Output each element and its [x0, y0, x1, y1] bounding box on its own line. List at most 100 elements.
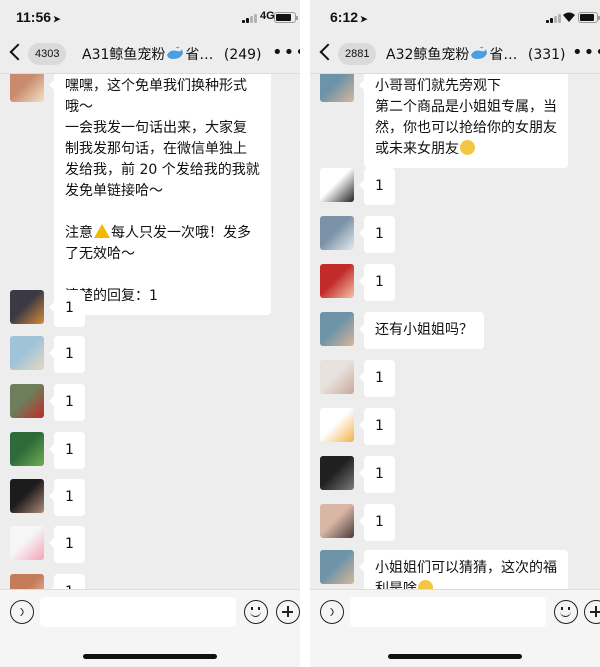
message-text: 哦～: [65, 99, 93, 115]
voice-input-icon[interactable]: [10, 600, 34, 624]
message-text: 1: [375, 178, 384, 194]
message-text: 1: [375, 226, 384, 242]
message-row: 1: [10, 526, 85, 563]
back-icon[interactable]: [9, 43, 27, 61]
avatar[interactable]: [320, 456, 354, 490]
emoji-icon[interactable]: [554, 600, 578, 624]
message-text: 注意 每人只发一次哦！发多: [65, 224, 251, 241]
avatar[interactable]: [10, 336, 44, 370]
divider: [300, 0, 310, 667]
message-text: 清楚的回复：1: [65, 288, 158, 304]
message-row: 1: [320, 264, 395, 301]
message-row: 1: [10, 290, 85, 327]
avatar[interactable]: [320, 504, 354, 538]
message-bubble[interactable]: 小哥哥们就先旁观下 第二个商品是小姐姐专属，当 然，你也可以抢给你的女朋友 或未来女朋…: [359, 74, 568, 168]
message-list[interactable]: 嘿嘿，这个免单我们换种形式 哦～ 一会我发一句话出来，大家复 制我发那句话，在微信单独…: [0, 74, 300, 589]
message-bubble[interactable]: 1: [359, 168, 395, 205]
message-list[interactable]: 小哥哥们就先旁观下 第二个商品是小姐姐专属，当 然，你也可以抢给你的女朋友 或未来女朋…: [310, 74, 600, 589]
message-row: 1: [320, 456, 395, 493]
message-text: 嘿嘿，这个免单我们换种形式: [65, 78, 247, 94]
message-bubble[interactable]: 1: [49, 384, 85, 421]
message-bubble[interactable]: 1: [49, 336, 85, 373]
more-icon[interactable]: •••: [272, 44, 300, 62]
screenshot-pair: 11:56➤ 4G 4303 A31鲸鱼宠粉省… (249) ••• 嘿嘿，这个…: [0, 0, 600, 667]
avatar[interactable]: [10, 526, 44, 560]
message-text: 或未来女朋友: [375, 139, 557, 160]
unread-count-badge[interactable]: 2881: [338, 43, 377, 65]
message-bubble[interactable]: 1: [49, 526, 85, 563]
whale-icon: [471, 47, 488, 59]
cellular-signal-icon: [546, 13, 561, 23]
location-arrow-icon: ➤: [360, 14, 368, 24]
message-bubble[interactable]: 嘿嘿，这个免单我们换种形式 哦～ 一会我发一句话出来，大家复 制我发那句话，在微信单独…: [49, 74, 271, 315]
message-row: 1: [10, 384, 85, 421]
message-text: 发给我，前 20 个发给我的我就: [65, 162, 260, 178]
message-bubble[interactable]: 1: [359, 504, 395, 541]
wifi-icon: [563, 12, 575, 22]
cellular-signal-icon: [242, 13, 257, 23]
network-type: 4G: [260, 10, 275, 22]
status-time: 6:12 ➤: [330, 9, 368, 25]
message-input[interactable]: [40, 597, 236, 627]
avatar[interactable]: [10, 479, 44, 513]
message-text: [65, 265, 260, 286]
message-bubble[interactable]: 1: [359, 264, 395, 301]
message-text: 1: [375, 274, 384, 290]
message-text: 1: [375, 370, 384, 386]
avatar[interactable]: [320, 264, 354, 298]
avatar[interactable]: [10, 290, 44, 324]
chat-screen-a31: 11:56➤ 4G 4303 A31鲸鱼宠粉省… (249) ••• 嘿嘿，这个…: [0, 0, 300, 667]
message-bubble[interactable]: 还有小姐姐吗？: [359, 312, 484, 349]
message-bubble[interactable]: 1: [359, 408, 395, 445]
message-bubble[interactable]: 1: [49, 479, 85, 516]
avatar[interactable]: [10, 432, 44, 466]
message-text: 1: [65, 489, 74, 505]
message-text: 1: [65, 442, 74, 458]
member-count: (331): [527, 47, 566, 63]
avatar[interactable]: [320, 216, 354, 250]
avatar[interactable]: [10, 574, 44, 589]
back-icon[interactable]: [319, 43, 337, 61]
avatar[interactable]: [320, 550, 354, 584]
avatar[interactable]: [320, 408, 354, 442]
avatar[interactable]: [320, 168, 354, 202]
chat-header: 4303 A31鲸鱼宠粉省… (249) •••: [0, 34, 300, 74]
avatar[interactable]: [320, 360, 354, 394]
message-bubble[interactable]: 1: [49, 574, 85, 589]
message-row: 1: [10, 336, 85, 373]
message-bubble[interactable]: 1: [359, 360, 395, 397]
message-text: 1: [65, 346, 74, 362]
message-row: 小哥哥们就先旁观下 第二个商品是小姐姐专属，当 然，你也可以抢给你的女朋友 或未来女朋…: [320, 74, 568, 168]
unread-count-badge[interactable]: 4303: [28, 43, 67, 65]
message-text: 一会我发一句话出来，大家复: [65, 120, 247, 136]
voice-input-icon[interactable]: [320, 600, 344, 624]
message-text: 利是啥: [375, 579, 557, 589]
plus-icon[interactable]: [276, 600, 300, 624]
message-input[interactable]: [350, 597, 546, 627]
avatar[interactable]: [320, 74, 354, 102]
message-bubble[interactable]: 1: [359, 456, 395, 493]
avatar[interactable]: [320, 312, 354, 346]
message-row: 1: [320, 408, 395, 445]
input-bar: [310, 589, 600, 667]
avatar[interactable]: [10, 384, 44, 418]
home-indicator: [83, 654, 217, 659]
message-row: 1: [320, 504, 395, 541]
message-row: 小姐姐们可以猜猜，这次的福 利是啥: [320, 550, 568, 589]
message-bubble[interactable]: 小姐姐们可以猜猜，这次的福 利是啥: [359, 550, 568, 589]
message-bubble[interactable]: 1: [49, 432, 85, 469]
more-icon[interactable]: •••: [572, 44, 600, 62]
group-title: A31鲸鱼宠粉 省… (249): [82, 47, 262, 63]
message-bubble[interactable]: 1: [359, 216, 395, 253]
location-arrow-icon: ➤: [53, 14, 61, 24]
message-row: 1: [10, 432, 85, 469]
emoji-icon[interactable]: [244, 600, 268, 624]
message-text: 1: [375, 466, 384, 482]
message-row: 1: [10, 574, 85, 589]
message-row: 还有小姐姐吗？: [320, 312, 484, 349]
message-text: 然，你也可以抢给你的女朋友: [375, 120, 557, 136]
avatar[interactable]: [10, 74, 44, 102]
message-bubble[interactable]: 1: [49, 290, 85, 327]
input-bar: [0, 589, 300, 667]
plus-icon[interactable]: [584, 600, 600, 624]
